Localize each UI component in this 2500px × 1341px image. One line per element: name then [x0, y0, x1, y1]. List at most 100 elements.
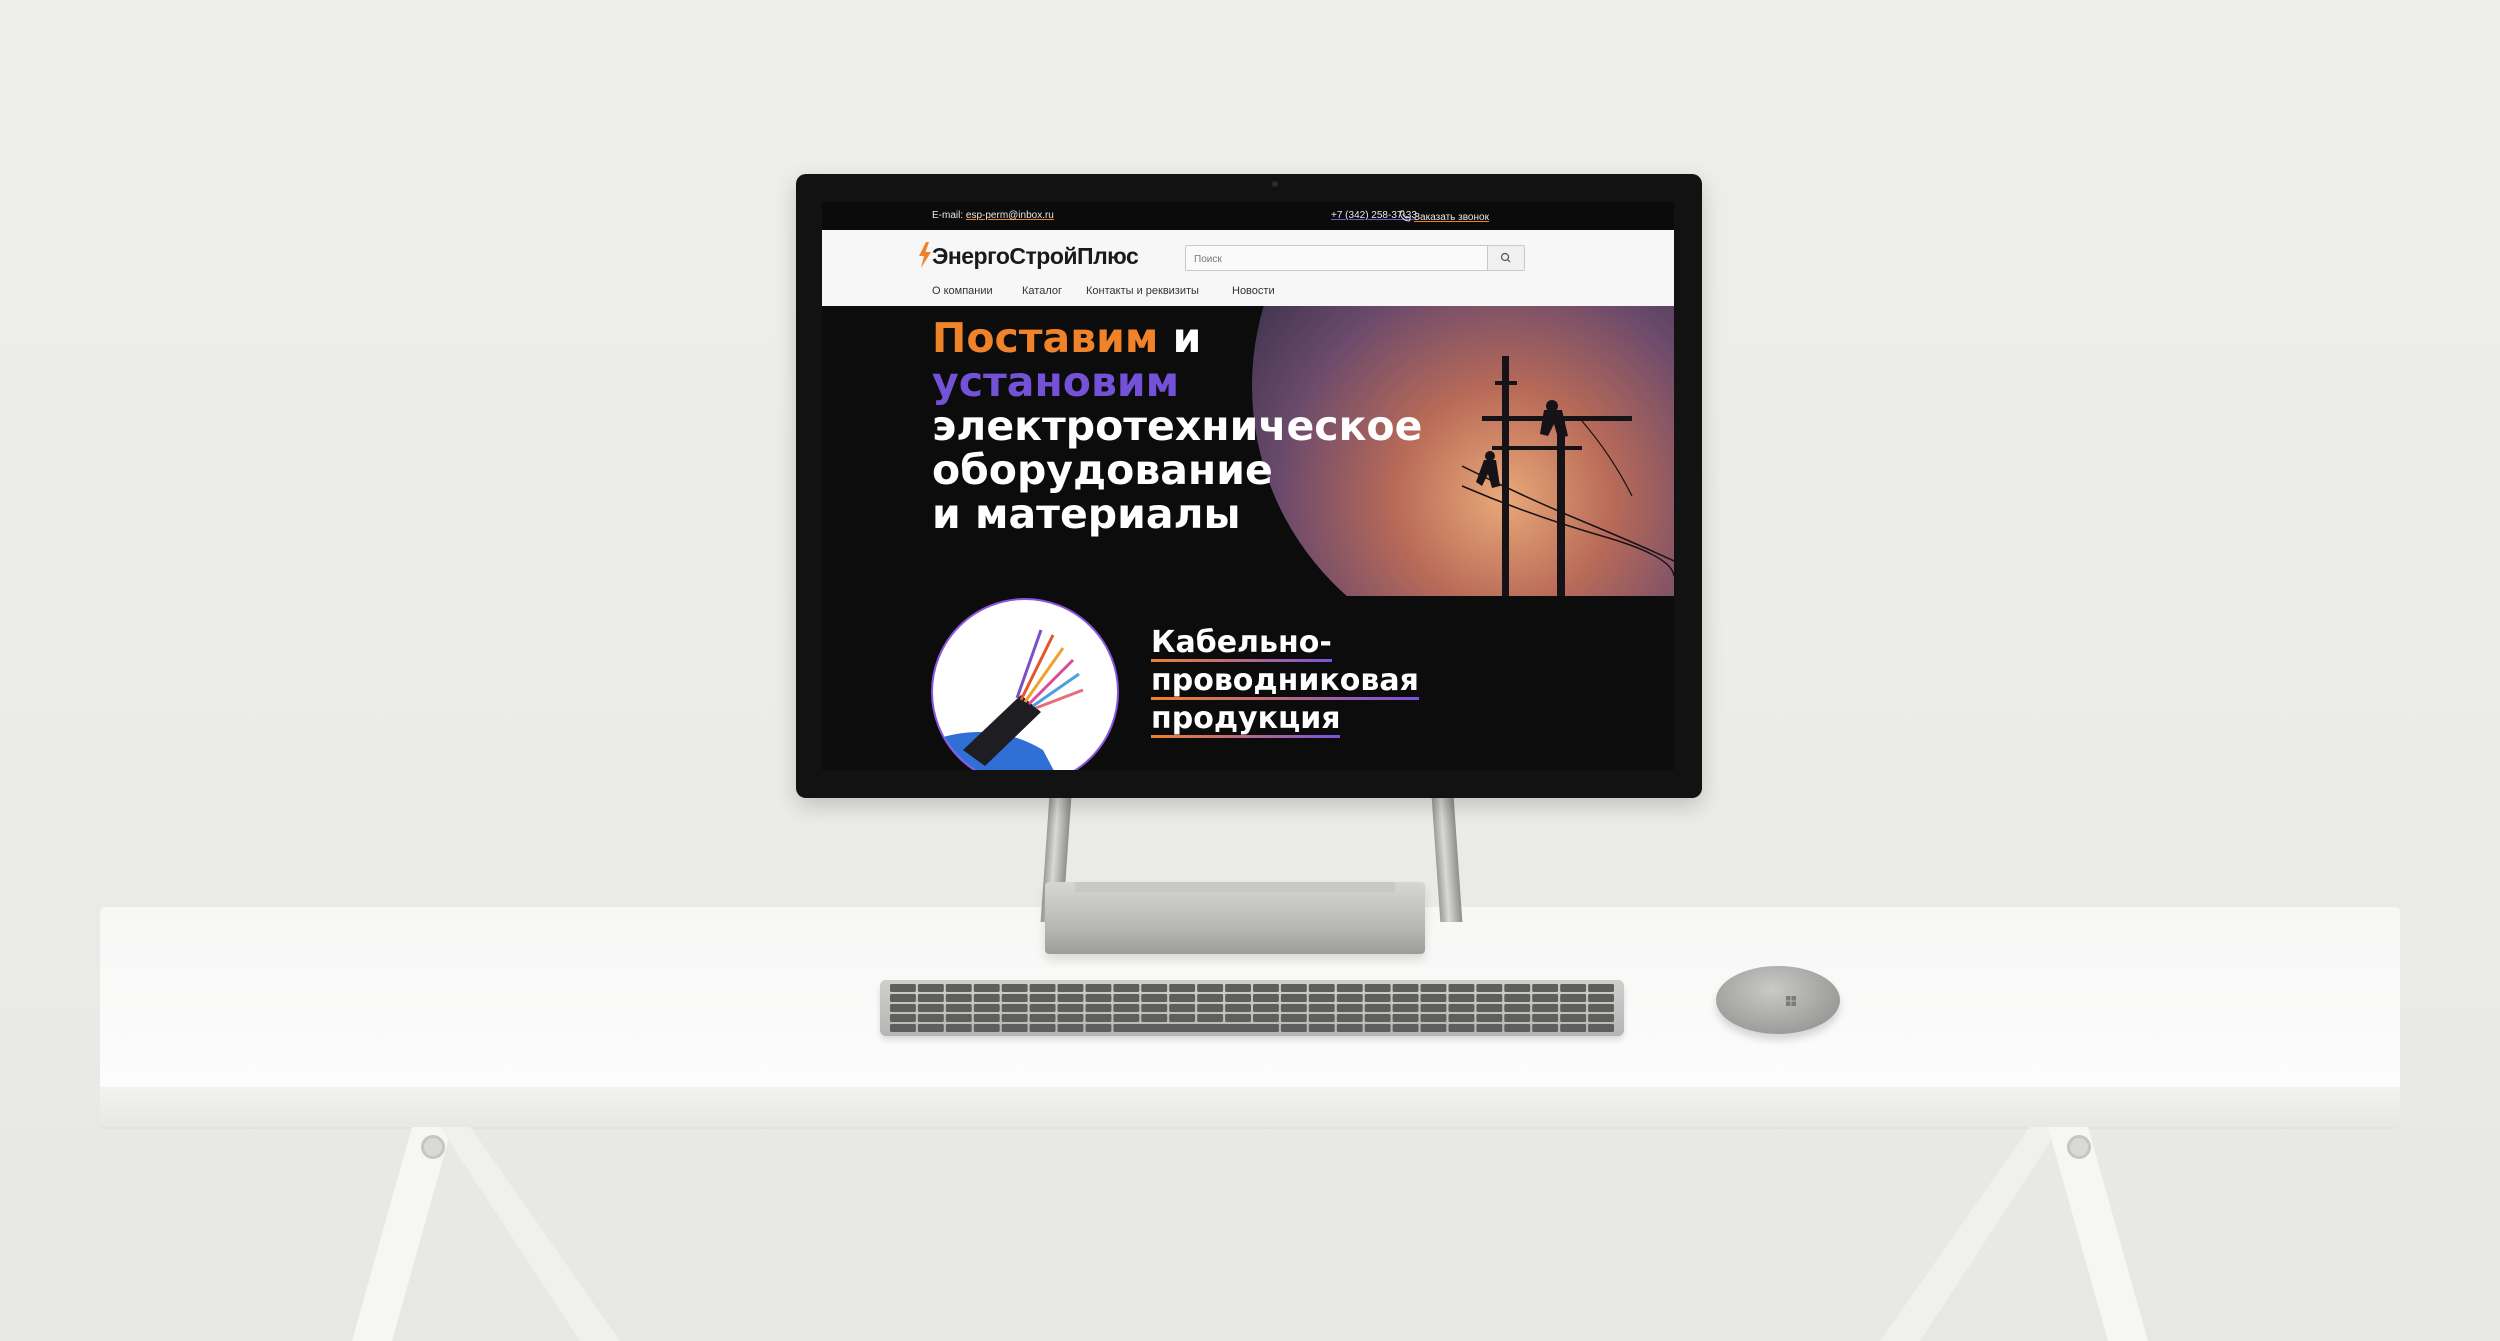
keyboard-key — [945, 1014, 972, 1022]
keyboard-key — [1588, 1024, 1614, 1032]
logo-text[interactable]: ЭнергоСтройПлюс — [932, 243, 1139, 270]
keyboard-key — [1113, 994, 1140, 1002]
keyboard-key — [973, 984, 1000, 992]
headline-line5: и материалы — [932, 490, 1241, 538]
keyboard-key — [1225, 1014, 1251, 1022]
keyboard-key — [1253, 1004, 1279, 1012]
search-button[interactable] — [1487, 246, 1524, 270]
cable-bundle-image — [933, 629, 1084, 770]
keyboard-key — [1057, 1004, 1084, 1012]
keyboard-key — [1113, 1024, 1279, 1032]
keyboard-key — [1308, 994, 1335, 1002]
desk-bolt-right — [2067, 1135, 2091, 1159]
keyboard-key — [1448, 984, 1475, 992]
keyboard-key — [1476, 1014, 1503, 1022]
callback-label: Заказать звонок — [1414, 212, 1489, 223]
keyboard-key — [1280, 1014, 1307, 1022]
keyboard-key — [1225, 1004, 1251, 1012]
nav-news[interactable]: Новости — [1232, 285, 1275, 297]
keyboard-key — [1085, 994, 1112, 1002]
keyboard-key — [1420, 984, 1447, 992]
site-header: ЭнергоСтройПлюс О компании Каталог Конта… — [822, 230, 1674, 306]
keyboard-key — [1085, 984, 1112, 992]
keyboard-key — [1448, 1004, 1475, 1012]
keyboard-key — [1197, 984, 1224, 992]
keyboard-key — [1392, 1024, 1419, 1032]
desk-leg-left-outer — [352, 1127, 452, 1341]
keyboard-key — [1476, 1024, 1503, 1032]
keyboard-key — [1560, 994, 1587, 1002]
keyboard-key — [1280, 1004, 1307, 1012]
keyboard-key — [1532, 1004, 1559, 1012]
headline-word-supply: Поставим — [932, 314, 1159, 362]
keyboard-key — [1001, 984, 1028, 992]
keyboard-key — [890, 1024, 916, 1032]
keyboard-key — [1560, 1014, 1587, 1022]
keyboard-key — [1476, 994, 1503, 1002]
mouse — [1716, 966, 1840, 1034]
keyboard-key — [1504, 1004, 1531, 1012]
keyboard-key — [1113, 1004, 1140, 1012]
keyboard-key — [917, 994, 944, 1002]
keyboard-key — [1532, 984, 1559, 992]
keyboard-key — [1420, 1024, 1447, 1032]
keyboard-key — [1113, 1014, 1140, 1022]
product-category-link[interactable]: Кабельно- проводниковая продукция — [1151, 624, 1419, 738]
hero-section: Поставим и установим электротехническое … — [822, 306, 1674, 770]
keyboard-key — [1392, 1014, 1419, 1022]
keyboard-key — [1141, 984, 1168, 992]
keyboard-key — [1197, 1004, 1224, 1012]
keyboard-key — [1029, 984, 1056, 992]
phone-icon — [1399, 210, 1411, 222]
keyboard-key — [1057, 1014, 1084, 1022]
keyboard-key — [1141, 994, 1168, 1002]
keyboard-key — [1364, 1024, 1391, 1032]
keyboard-key — [1532, 1014, 1559, 1022]
keyboard-key — [1364, 1004, 1391, 1012]
keyboard-key — [1448, 1014, 1475, 1022]
keyboard-key — [945, 994, 972, 1002]
product-title-line1: Кабельно- — [1151, 625, 1332, 662]
email-contact: E-mail: esp-perm@inbox.ru — [932, 210, 1054, 221]
headline-word-install: установим — [932, 358, 1180, 406]
keyboard-key — [1448, 1024, 1475, 1032]
keyboard-key — [1253, 984, 1279, 992]
keyboard-key — [1253, 1014, 1279, 1022]
nav-about[interactable]: О компании — [932, 285, 993, 297]
keyboard-key — [1588, 994, 1614, 1002]
keyboard-key — [1225, 984, 1251, 992]
keyboard-key — [1364, 994, 1391, 1002]
keyboard-key — [1225, 994, 1251, 1002]
keyboard-key — [1532, 1024, 1559, 1032]
screen: E-mail: esp-perm@inbox.ru +7 (342) 258-3… — [822, 202, 1674, 770]
keyboard-key — [1448, 994, 1475, 1002]
headline-line3: электротехническое — [932, 402, 1423, 450]
nav-catalog[interactable]: Каталог — [1022, 285, 1062, 297]
webcam — [1272, 181, 1278, 187]
keyboard-key — [1169, 1004, 1196, 1012]
product-title-line2: проводниковая — [1151, 663, 1419, 700]
keyboard-key — [1336, 1004, 1363, 1012]
lightning-logo-icon — [919, 242, 931, 268]
keyboard-key — [945, 1004, 972, 1012]
keyboard-key — [917, 984, 944, 992]
email-link[interactable]: esp-perm@inbox.ru — [966, 210, 1054, 221]
keyboard-key — [973, 1014, 1000, 1022]
email-label: E-mail: — [932, 210, 964, 221]
keyboard-key — [890, 994, 916, 1002]
stand-base — [1045, 882, 1425, 954]
keyboard-key — [1392, 984, 1419, 992]
keyboard-key — [1001, 994, 1028, 1002]
keyboard-key — [1169, 984, 1196, 992]
keyboard-key — [1504, 994, 1531, 1002]
callback-button[interactable]: Заказать звонок — [1399, 210, 1489, 223]
keyboard-key — [945, 984, 972, 992]
product-image[interactable] — [931, 598, 1119, 770]
keyboard-key — [1001, 1004, 1028, 1012]
desk-leg-left-inner — [440, 1127, 620, 1341]
desk-bolt-left — [421, 1135, 445, 1159]
keyboard-key — [1364, 984, 1391, 992]
keyboard-key — [973, 994, 1000, 1002]
search-input[interactable] — [1192, 250, 1496, 268]
nav-contacts[interactable]: Контакты и реквизиты — [1086, 285, 1199, 297]
